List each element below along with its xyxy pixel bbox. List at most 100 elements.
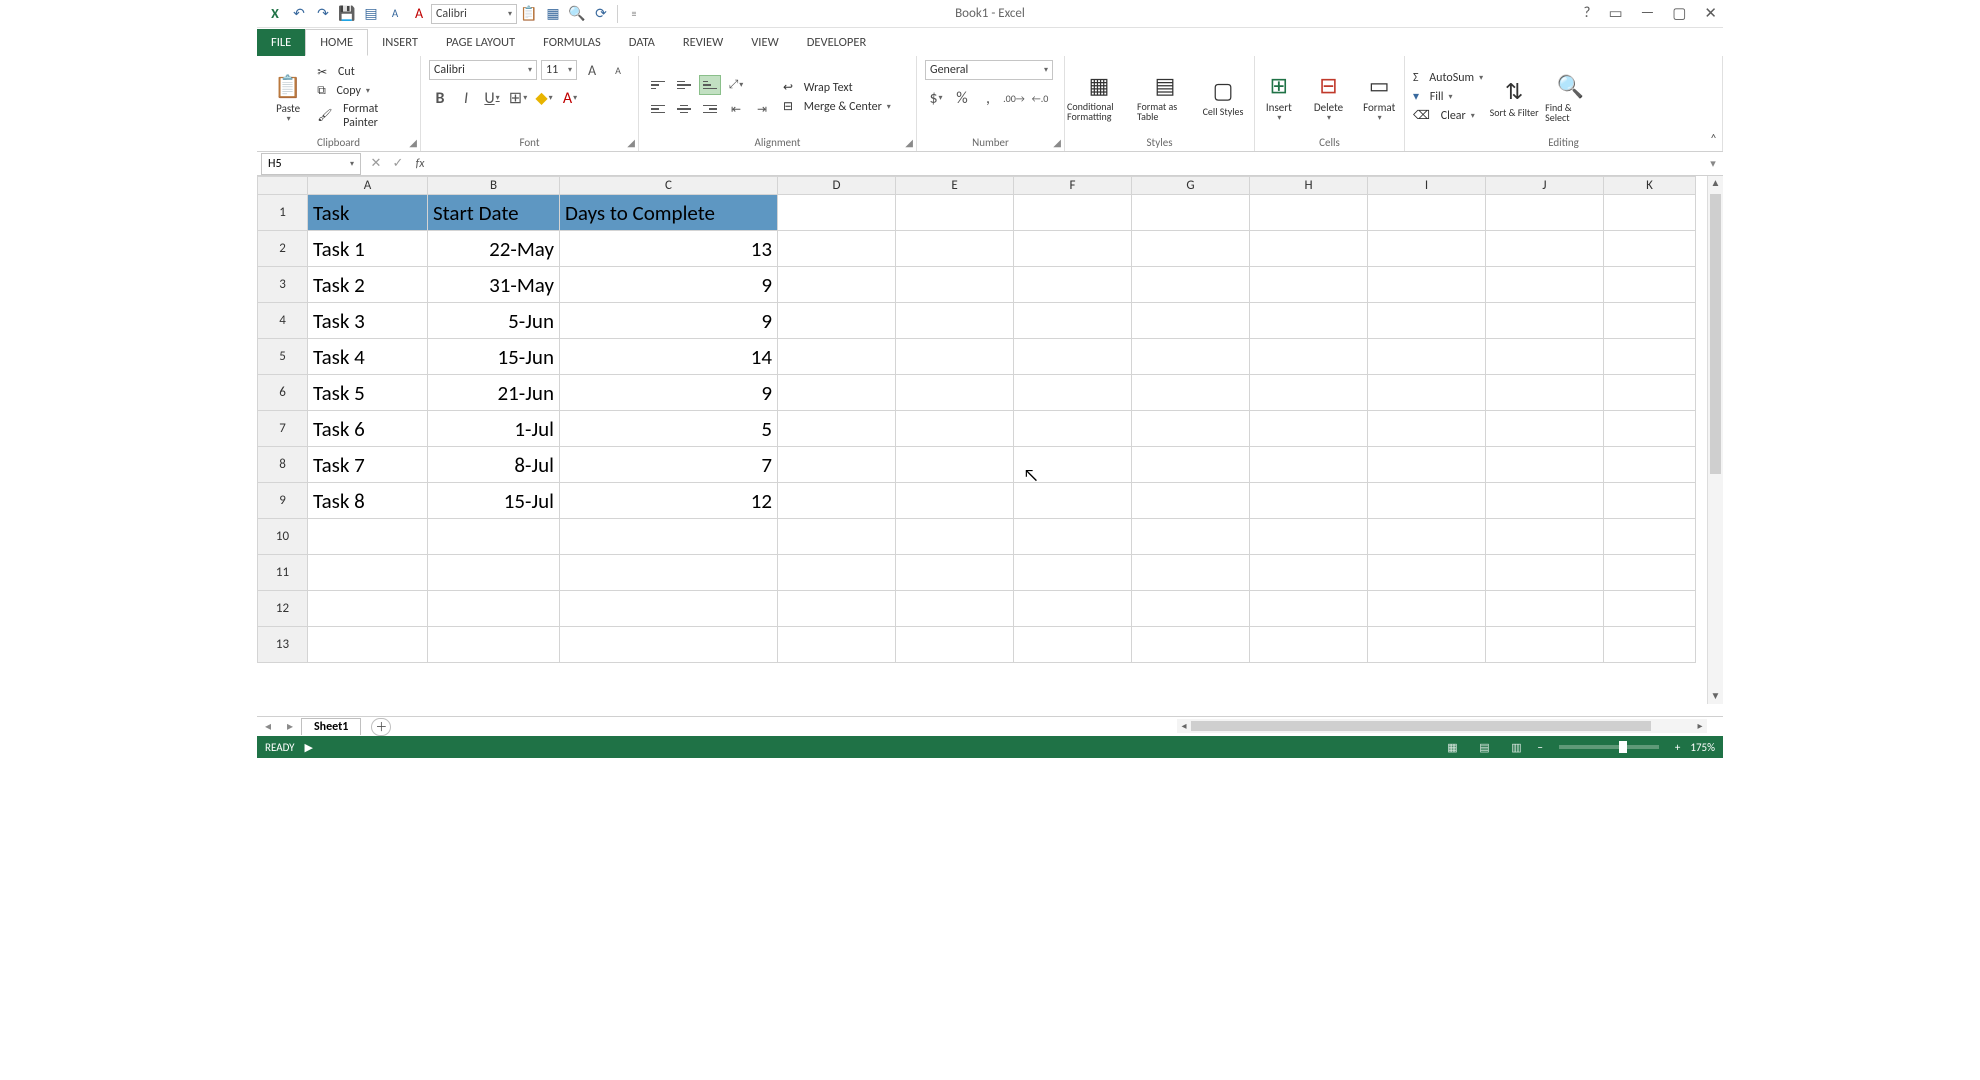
cell-F8[interactable] (1014, 447, 1132, 483)
vertical-scroll-thumb[interactable] (1710, 194, 1721, 474)
page-layout-view-button[interactable]: ▤ (1473, 739, 1495, 755)
zoom-level[interactable]: 175% (1690, 741, 1715, 754)
cell-I8[interactable] (1368, 447, 1486, 483)
row-header-11[interactable]: 11 (258, 555, 308, 591)
cancel-formula-button[interactable]: ✕ (365, 156, 387, 171)
cell-K10[interactable] (1604, 519, 1696, 555)
formula-input[interactable] (431, 154, 1703, 174)
cell-K9[interactable] (1604, 483, 1696, 519)
worksheet[interactable]: ABCDEFGHIJK1TaskStart DateDays to Comple… (257, 176, 1723, 716)
cell-F10[interactable] (1014, 519, 1132, 555)
sort-filter-button[interactable]: ⇅Sort & Filter (1489, 61, 1539, 133)
cell-H10[interactable] (1250, 519, 1368, 555)
cell-F3[interactable] (1014, 267, 1132, 303)
sheet-tab-sheet1[interactable]: Sheet1 (301, 718, 361, 735)
cell-I6[interactable] (1368, 375, 1486, 411)
align-middle-button[interactable] (673, 75, 695, 95)
cell-J5[interactable] (1486, 339, 1604, 375)
enter-formula-button[interactable]: ✓ (387, 156, 409, 171)
tab-developer[interactable]: DEVELOPER (793, 29, 881, 56)
cell-K12[interactable] (1604, 591, 1696, 627)
autosum-button[interactable]: Σ AutoSum▾ (1413, 71, 1483, 85)
cell-D3[interactable] (778, 267, 896, 303)
cell-I12[interactable] (1368, 591, 1486, 627)
conditional-formatting-button[interactable]: ▦Conditional Formatting (1067, 60, 1131, 132)
tab-home[interactable]: HOME (305, 29, 368, 56)
cell-J6[interactable] (1486, 375, 1604, 411)
currency-button[interactable]: $▾ (925, 88, 947, 108)
cell-G2[interactable] (1132, 231, 1250, 267)
cell-I11[interactable] (1368, 555, 1486, 591)
cell-G10[interactable] (1132, 519, 1250, 555)
cell-J1[interactable] (1486, 195, 1604, 231)
align-right-button[interactable] (699, 99, 721, 119)
cell-J10[interactable] (1486, 519, 1604, 555)
cell-C2[interactable]: 13 (560, 231, 778, 267)
zoom-knob[interactable] (1619, 741, 1627, 753)
copy-button[interactable]: ⧉ Copy▾ (317, 84, 412, 98)
cell-J12[interactable] (1486, 591, 1604, 627)
collapse-ribbon-button[interactable]: ˄ (1710, 132, 1717, 147)
cell-K13[interactable] (1604, 627, 1696, 663)
cell-A4[interactable]: Task 3 (308, 303, 428, 339)
cell-E5[interactable] (896, 339, 1014, 375)
cell-B12[interactable] (428, 591, 560, 627)
clear-button[interactable]: ⌫ Clear▾ (1413, 108, 1483, 123)
format-cells-button[interactable]: ▭Format▾ (1356, 60, 1402, 132)
cell-G4[interactable] (1132, 303, 1250, 339)
row-header-5[interactable]: 5 (258, 339, 308, 375)
cell-H6[interactable] (1250, 375, 1368, 411)
cell-D7[interactable] (778, 411, 896, 447)
cell-B10[interactable] (428, 519, 560, 555)
wrap-text-button[interactable]: ↩ Wrap Text (783, 80, 891, 95)
underline-button[interactable]: U▾ (481, 88, 503, 108)
cell-D13[interactable] (778, 627, 896, 663)
cell-H3[interactable] (1250, 267, 1368, 303)
cell-styles-button[interactable]: ▢Cell Styles (1199, 60, 1247, 132)
cell-H9[interactable] (1250, 483, 1368, 519)
tab-file[interactable]: FILE (257, 29, 305, 56)
cell-B7[interactable]: 1-Jul (428, 411, 560, 447)
cell-D4[interactable] (778, 303, 896, 339)
bold-button[interactable]: B (429, 88, 451, 108)
cell-J13[interactable] (1486, 627, 1604, 663)
cell-C9[interactable]: 12 (560, 483, 778, 519)
align-left-button[interactable] (647, 99, 669, 119)
increase-decimal-button[interactable]: .00→ (1003, 88, 1025, 108)
cell-I1[interactable] (1368, 195, 1486, 231)
cell-D6[interactable] (778, 375, 896, 411)
insert-cells-button[interactable]: ⊞Insert▾ (1257, 60, 1301, 132)
cell-F13[interactable] (1014, 627, 1132, 663)
cell-D2[interactable] (778, 231, 896, 267)
cell-A1[interactable]: Task (308, 195, 428, 231)
clipboard-dialog-launcher[interactable]: ◢ (409, 136, 417, 149)
cell-K2[interactable] (1604, 231, 1696, 267)
cell-D8[interactable] (778, 447, 896, 483)
page-break-view-button[interactable]: ▥ (1505, 739, 1527, 755)
zoom-slider[interactable] (1559, 745, 1659, 749)
qat-btn-2[interactable]: ▦ (541, 3, 565, 25)
print-preview-button[interactable]: ▤ (359, 3, 383, 25)
font-dialog-launcher[interactable]: ◢ (627, 136, 635, 149)
cell-D9[interactable] (778, 483, 896, 519)
cell-K8[interactable] (1604, 447, 1696, 483)
font-color-icon[interactable]: A (407, 3, 431, 25)
cell-K5[interactable] (1604, 339, 1696, 375)
cell-B6[interactable]: 21-Jun (428, 375, 560, 411)
cell-B1[interactable]: Start Date (428, 195, 560, 231)
cell-I5[interactable] (1368, 339, 1486, 375)
delete-cells-button[interactable]: ⊟Delete▾ (1307, 60, 1351, 132)
add-sheet-button[interactable]: ＋ (371, 718, 391, 736)
font-decrease-icon[interactable]: A (383, 3, 407, 25)
cell-C6[interactable]: 9 (560, 375, 778, 411)
cell-G6[interactable] (1132, 375, 1250, 411)
cell-H1[interactable] (1250, 195, 1368, 231)
cell-F5[interactable] (1014, 339, 1132, 375)
row-header-12[interactable]: 12 (258, 591, 308, 627)
cell-B3[interactable]: 31-May (428, 267, 560, 303)
cell-B8[interactable]: 8-Jul (428, 447, 560, 483)
save-button[interactable]: 💾 (335, 3, 359, 25)
col-header-D[interactable]: D (778, 177, 896, 195)
cell-K1[interactable] (1604, 195, 1696, 231)
cell-H5[interactable] (1250, 339, 1368, 375)
